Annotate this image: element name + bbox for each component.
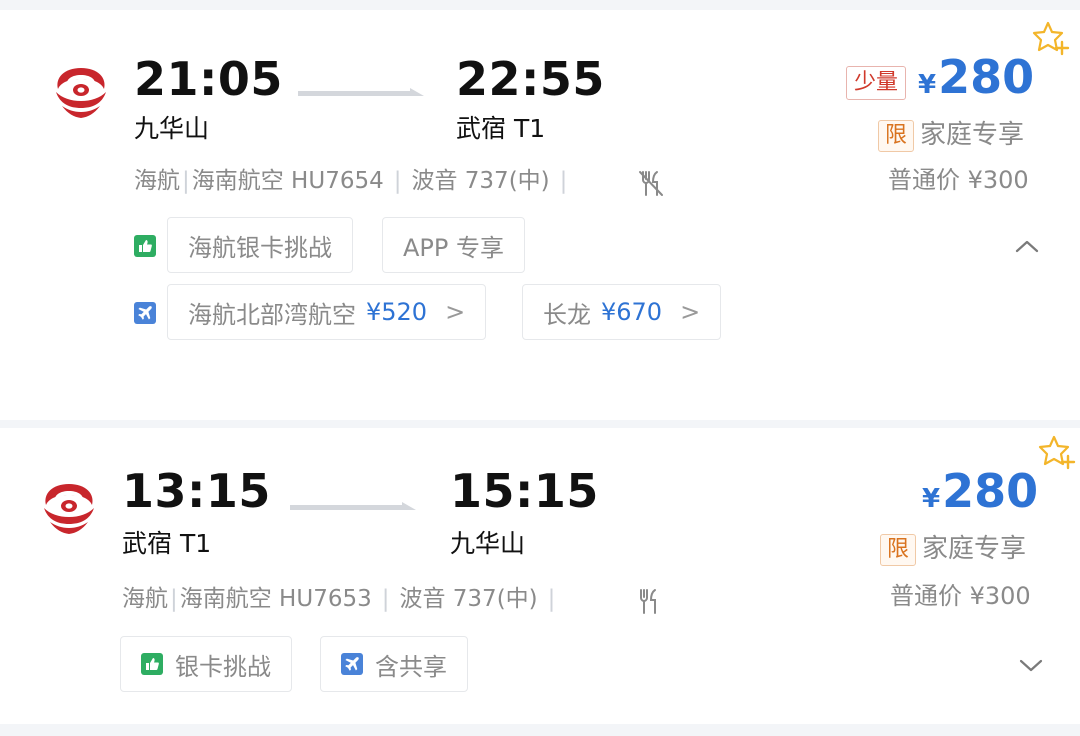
price-value: 280 — [942, 464, 1039, 518]
limit-badge: 限 — [878, 120, 915, 153]
airline-short: 海航 — [122, 586, 168, 612]
chevron-up-icon[interactable] — [1014, 238, 1040, 254]
no-meal-icon — [639, 171, 663, 196]
flight-info: 海航|海南航空 HU7654 | 波音 737(中) | — [134, 168, 568, 194]
family-exclusive-label: 家庭专享 — [920, 120, 1025, 150]
flight-card-1[interactable]: 21:05 九华山 22:55 武宿 T1 海航|海南航空 HU7654 | 波音 … — [0, 10, 1080, 420]
transfer-price: ¥670 — [601, 298, 663, 326]
plane-icon — [341, 653, 363, 675]
price: ¥280 — [922, 468, 1038, 514]
thumbs-up-icon — [141, 653, 163, 675]
meal-icon — [640, 589, 656, 614]
departure-airport: 武宿 T1 — [122, 529, 212, 558]
price-value: 280 — [938, 50, 1035, 104]
family-exclusive-label: 家庭专享 — [922, 534, 1027, 564]
chevron-right-icon: > — [680, 298, 701, 326]
transfer-option-1[interactable]: 海航北部湾航空 ¥520 > — [167, 284, 487, 340]
scarce-badge: 少量 — [846, 66, 907, 101]
airline-flight-number: 海南航空 HU7654 — [191, 168, 384, 194]
chevron-right-icon: > — [445, 298, 466, 326]
hainan-airlines-logo-icon — [44, 484, 94, 534]
transfer-price: ¥520 — [366, 298, 428, 326]
airline-short: 海航 — [134, 168, 180, 194]
normal-price: 普通价 ¥300 — [888, 166, 1029, 194]
arrival-airport: 九华山 — [450, 529, 526, 558]
favorite-star-icon[interactable] — [1038, 434, 1076, 472]
tag-app-exclusive[interactable]: APP 专享 — [382, 217, 525, 273]
normal-price: 普通价 ¥300 — [890, 582, 1031, 610]
plane-icon — [134, 302, 156, 324]
arrival-airport: 武宿 T1 — [456, 114, 546, 143]
arrival-time: 15:15 — [450, 464, 599, 518]
flight-card-2[interactable]: 13:15 武宿 T1 15:15 九华山 海航|海南航空 HU7653 | 波音 … — [0, 428, 1080, 724]
tag-label: 海航银卡挑战 — [188, 233, 332, 262]
currency-symbol: ¥ — [922, 484, 941, 514]
aircraft-type: 波音 737(中) — [411, 168, 550, 194]
favorite-star-icon[interactable] — [1032, 20, 1070, 58]
tag-label: 含共享 — [375, 652, 447, 681]
chevron-down-icon[interactable] — [1018, 658, 1044, 674]
tag-label: APP 专享 — [403, 233, 504, 262]
thumbs-up-icon — [134, 235, 156, 257]
limit-badge: 限 — [880, 534, 917, 567]
flight-arrow-icon — [298, 88, 424, 96]
tag-label: 银卡挑战 — [175, 652, 271, 681]
transfer-airline: 海航北部湾航空 — [188, 300, 356, 329]
departure-time: 21:05 — [134, 52, 283, 106]
airline-flight-number: 海南航空 HU7653 — [179, 586, 372, 612]
price: ¥280 — [918, 54, 1034, 100]
tag-codeshare[interactable]: 含共享 — [320, 636, 468, 692]
currency-symbol: ¥ — [918, 70, 937, 100]
departure-time: 13:15 — [122, 464, 271, 518]
tag-silver-card-challenge[interactable]: 海航银卡挑战 — [167, 217, 353, 273]
flight-arrow-icon — [290, 502, 416, 510]
transfer-airline: 长龙 — [543, 300, 591, 329]
transfer-option-2[interactable]: 长龙 ¥670 > — [522, 284, 722, 340]
aircraft-type: 波音 737(中) — [399, 586, 538, 612]
arrival-time: 22:55 — [456, 52, 605, 106]
hainan-airlines-logo-icon — [56, 68, 106, 118]
departure-airport: 九华山 — [134, 114, 210, 143]
tag-silver-card-challenge[interactable]: 银卡挑战 — [120, 636, 292, 692]
flight-info: 海航|海南航空 HU7653 | 波音 737(中) | — [122, 586, 556, 612]
